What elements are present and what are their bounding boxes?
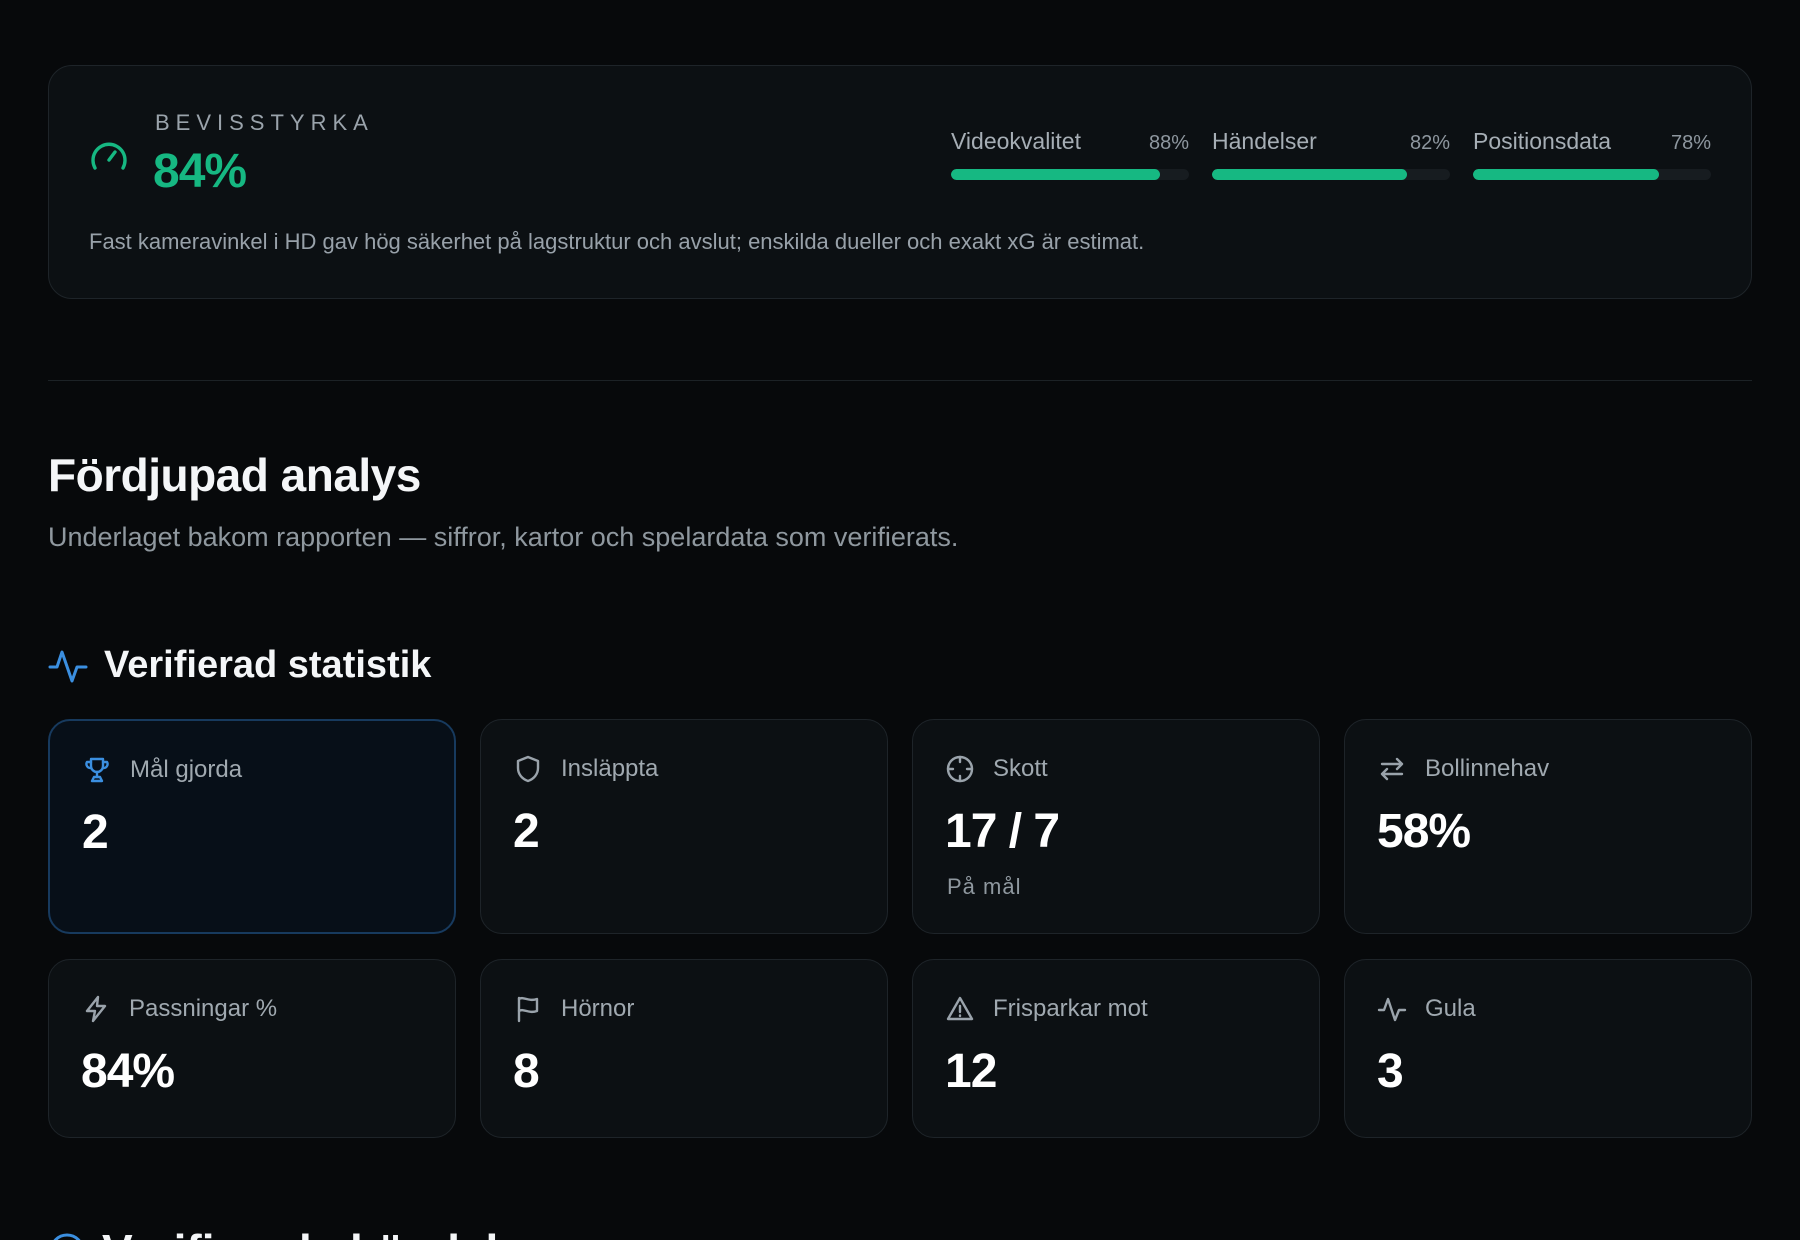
stat-label: Bollinnehav	[1425, 755, 1550, 782]
crosshair-icon	[946, 755, 974, 783]
stats-header: Verifierad statistik	[48, 644, 431, 687]
stat-value: 17 / 7	[945, 805, 1060, 858]
stat-card-goals-scored[interactable]: Mål gjorda 2	[48, 719, 456, 934]
stat-value: 2	[513, 805, 540, 858]
metric-name: Positionsdata	[1473, 128, 1612, 154]
metric-progress-fill	[951, 169, 1161, 180]
stat-label: Insläppta	[561, 755, 659, 782]
stats-title: Verifierad statistik	[104, 644, 432, 686]
next-section-title: Verifierade händelser	[102, 1224, 567, 1240]
stat-label: Gula	[1425, 995, 1476, 1022]
metric-progress-track	[951, 169, 1189, 180]
evidence-strength-label: BEVISSTYRKA	[155, 110, 374, 135]
shield-icon	[516, 755, 540, 783]
next-section-header: Verifierade händelser	[48, 1224, 567, 1240]
metric-name: Videokvalitet	[951, 128, 1081, 154]
warning-icon	[946, 996, 974, 1021]
metric-percent: 82%	[1409, 132, 1450, 154]
flag-icon	[517, 996, 539, 1023]
stat-label: Mål gjorda	[130, 756, 243, 783]
metric-name: Händelser	[1212, 128, 1317, 154]
metric-percent: 78%	[1670, 132, 1711, 154]
stat-value: 3	[1377, 1045, 1404, 1098]
stat-label: Skott	[993, 755, 1048, 782]
stat-card-yellow-cards[interactable]: Gula 3	[1344, 959, 1752, 1138]
evidence-strength-value: 84%	[153, 145, 247, 198]
section-subtitle: Underlaget bakom rapporten — siffror, ka…	[48, 522, 959, 552]
lightning-icon	[85, 995, 107, 1023]
stat-card-shots[interactable]: Skott 17 / 7 På mål	[912, 719, 1320, 934]
activity-icon	[1377, 997, 1407, 1022]
gauge-icon	[89, 138, 129, 178]
metric-progress-fill	[1473, 169, 1659, 180]
metric-progress-track	[1212, 169, 1450, 180]
stat-value: 58%	[1377, 805, 1471, 858]
metric-positionsdata: Positionsdata 78%	[1473, 128, 1711, 180]
metric-progress-fill	[1212, 169, 1408, 180]
stat-value: 84%	[81, 1045, 175, 1098]
stat-value: 12	[945, 1045, 997, 1098]
stat-label: Frisparkar mot	[993, 995, 1148, 1022]
section-divider	[48, 380, 1752, 381]
stat-card-free-kicks-against[interactable]: Frisparkar mot 12	[912, 959, 1320, 1138]
metric-progress-track	[1473, 169, 1711, 180]
stat-value: 2	[82, 806, 109, 859]
swap-arrows-icon	[1380, 757, 1404, 781]
stat-card-corners[interactable]: Hörnor 8	[480, 959, 888, 1138]
evidence-strength-card: BEVISSTYRKA 84% Videokvalitet 88% Händel…	[48, 65, 1752, 299]
stat-sublabel: På mål	[947, 874, 1022, 899]
stat-value: 8	[513, 1045, 540, 1098]
section-title: Fördjupad analys	[48, 449, 421, 501]
stat-label: Passningar %	[129, 995, 278, 1022]
clock-icon	[53, 1233, 81, 1240]
trophy-icon	[85, 757, 109, 783]
activity-icon	[48, 650, 88, 682]
stat-card-possession[interactable]: Bollinnehav 58%	[1344, 719, 1752, 934]
stat-card-pass-accuracy[interactable]: Passningar % 84%	[48, 959, 456, 1138]
evidence-note: Fast kameravinkel i HD gav hög säkerhet …	[89, 229, 1145, 254]
metric-percent: 88%	[1148, 132, 1189, 154]
metric-handelser: Händelser 82%	[1212, 128, 1450, 180]
metric-videokvalitet: Videokvalitet 88%	[951, 128, 1189, 180]
stat-card-goals-conceded[interactable]: Insläppta 2	[480, 719, 888, 934]
stat-label: Hörnor	[561, 995, 635, 1022]
